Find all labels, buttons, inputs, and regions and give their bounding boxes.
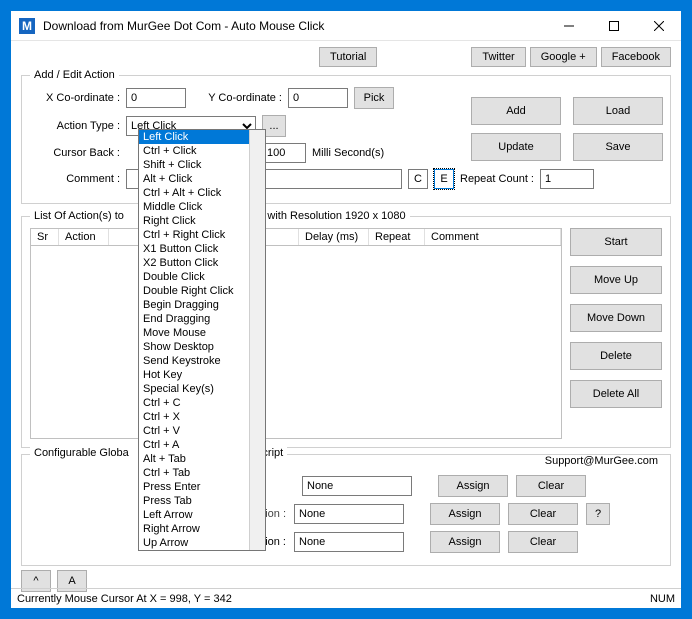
dropdown-item[interactable]: Alt + Click xyxy=(139,172,249,186)
app-window: M Download from MurGee Dot Com - Auto Mo… xyxy=(10,10,682,609)
table-body[interactable] xyxy=(31,246,561,438)
support-link[interactable]: Support@MurGee.com xyxy=(545,455,658,467)
dropdown-scrollbar[interactable] xyxy=(249,130,265,550)
moveup-button[interactable]: Move Up xyxy=(570,266,662,294)
dropdown-item[interactable]: Ctrl + V xyxy=(139,424,249,438)
action-type-label: Action Type : xyxy=(30,120,120,132)
hotkeys-group: Configurable Globa this Script Support@M… xyxy=(21,454,671,566)
gmcp-assign-button[interactable]: Assign xyxy=(430,503,500,525)
minimize-button[interactable] xyxy=(546,11,591,41)
col-delay[interactable]: Delay (ms) xyxy=(299,229,369,245)
list-side-buttons: Start Move Up Move Down Delete Delete Al… xyxy=(570,228,662,439)
delete-button[interactable]: Delete xyxy=(570,342,662,370)
x-input[interactable] xyxy=(126,88,186,108)
col-repeat[interactable]: Repeat xyxy=(369,229,425,245)
content: Tutorial Twitter Google + Facebook Add /… xyxy=(11,41,681,592)
dropdown-item[interactable]: Press Tab xyxy=(139,494,249,508)
exec-clear-button[interactable]: Clear xyxy=(516,475,586,497)
dropdown-item[interactable]: Begin Dragging xyxy=(139,298,249,312)
dropdown-item[interactable]: Press Enter xyxy=(139,480,249,494)
dropdown-item[interactable]: Special Key(s) xyxy=(139,382,249,396)
actions-table[interactable]: Sr Action ck Delay (ms) Repeat Comment xyxy=(30,228,562,439)
add-button[interactable]: Add xyxy=(471,97,561,125)
dropdown-item[interactable]: X2 Button Click xyxy=(139,256,249,270)
help-button[interactable]: ? xyxy=(586,503,610,525)
dropdown-item[interactable]: Left Click xyxy=(139,130,249,144)
delay-input[interactable] xyxy=(262,143,306,163)
status-bar: Currently Mouse Cursor At X = 998, Y = 3… xyxy=(11,588,681,608)
delay-unit: Milli Second(s) xyxy=(312,147,384,159)
dropdown-item[interactable]: Ctrl + Right Click xyxy=(139,228,249,242)
top-links: Tutorial Twitter Google + Facebook xyxy=(21,47,671,67)
save-button[interactable]: Save xyxy=(573,133,663,161)
dropdown-item[interactable]: Right Click xyxy=(139,214,249,228)
load-button[interactable]: Load xyxy=(573,97,663,125)
dropdown-item[interactable]: Middle Click xyxy=(139,200,249,214)
repeat-label: Repeat Count : xyxy=(460,173,534,185)
dropdown-item[interactable]: Double Right Click xyxy=(139,284,249,298)
c-toggle[interactable]: C xyxy=(408,169,428,189)
dropdown-item[interactable]: Ctrl + C xyxy=(139,396,249,410)
dropdown-item[interactable]: Alt + Tab xyxy=(139,452,249,466)
movedown-button[interactable]: Move Down xyxy=(570,304,662,332)
dropdown-item[interactable]: X1 Button Click xyxy=(139,242,249,256)
col-action[interactable]: Action xyxy=(59,229,109,245)
x-label: X Co-ordinate : xyxy=(30,92,120,104)
gmcp-clear-button[interactable]: Clear xyxy=(508,503,578,525)
y-input[interactable] xyxy=(288,88,348,108)
titlebar: M Download from MurGee Dot Com - Auto Mo… xyxy=(11,11,681,41)
deleteall-button[interactable]: Delete All xyxy=(570,380,662,408)
tutorial-button[interactable]: Tutorial xyxy=(319,47,377,67)
action-buttons: Add Load Update Save xyxy=(471,97,663,161)
dropdown-item[interactable]: Ctrl + Tab xyxy=(139,466,249,480)
cursor-back-label: Cursor Back : xyxy=(30,147,120,159)
pick-button[interactable]: Pick xyxy=(354,87,394,109)
col-sr[interactable]: Sr xyxy=(31,229,59,245)
startstop-clear-button[interactable]: Clear xyxy=(508,531,578,553)
comment-label: Comment : xyxy=(30,173,120,185)
google-button[interactable]: Google + xyxy=(530,47,597,67)
dropdown-item[interactable]: End Dragging xyxy=(139,312,249,326)
dropdown-item[interactable]: Up Arrow xyxy=(139,536,249,550)
dropdown-item[interactable]: Shift + Click xyxy=(139,158,249,172)
num-indicator: NUM xyxy=(650,593,675,605)
dropdown-item[interactable]: Hot Key xyxy=(139,368,249,382)
dropdown-item[interactable]: Ctrl + A xyxy=(139,438,249,452)
table-header: Sr Action ck Delay (ms) Repeat Comment xyxy=(31,229,561,246)
col-comment[interactable]: Comment xyxy=(425,229,561,245)
dropdown-item[interactable]: Send Keystroke xyxy=(139,354,249,368)
cursor-status: Currently Mouse Cursor At X = 998, Y = 3… xyxy=(17,593,232,605)
facebook-button[interactable]: Facebook xyxy=(601,47,671,67)
gmcp-input[interactable] xyxy=(294,504,404,524)
app-icon: M xyxy=(19,18,35,34)
dropdown-item[interactable]: Right Arrow xyxy=(139,522,249,536)
maximize-button[interactable] xyxy=(591,11,636,41)
startstop-input[interactable] xyxy=(294,532,404,552)
list-group: List Of Action(s) to een with Resolution… xyxy=(21,210,671,448)
update-button[interactable]: Update xyxy=(471,133,561,161)
start-button[interactable]: Start xyxy=(570,228,662,256)
dropdown-item[interactable]: Move Mouse xyxy=(139,326,249,340)
dropdown-item[interactable]: Ctrl + Click xyxy=(139,144,249,158)
dropdown-item[interactable]: Left Arrow xyxy=(139,508,249,522)
exec-input[interactable] xyxy=(302,476,412,496)
action-type-dropdown[interactable]: Left ClickCtrl + ClickShift + ClickAlt +… xyxy=(138,129,266,551)
dropdown-item[interactable]: Show Desktop xyxy=(139,340,249,354)
close-button[interactable] xyxy=(636,11,681,41)
repeat-input[interactable] xyxy=(540,169,594,189)
exec-assign-button[interactable]: Assign xyxy=(438,475,508,497)
window-title: Download from MurGee Dot Com - Auto Mous… xyxy=(43,19,546,33)
dropdown-item[interactable]: Double Click xyxy=(139,270,249,284)
add-edit-legend: Add / Edit Action xyxy=(30,69,119,81)
y-label: Y Co-ordinate : xyxy=(192,92,282,104)
startstop-assign-button[interactable]: Assign xyxy=(430,531,500,553)
twitter-button[interactable]: Twitter xyxy=(471,47,525,67)
dropdown-item[interactable]: Ctrl + Alt + Click xyxy=(139,186,249,200)
e-toggle[interactable]: E xyxy=(434,169,454,189)
dropdown-item[interactable]: Ctrl + X xyxy=(139,410,249,424)
